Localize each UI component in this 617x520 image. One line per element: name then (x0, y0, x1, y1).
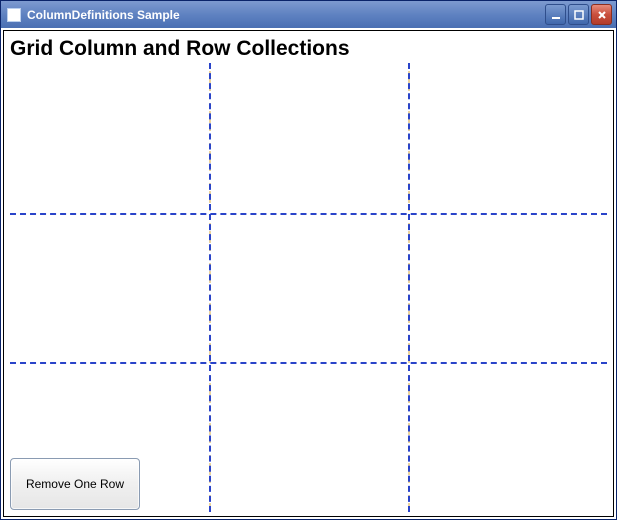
window-controls (545, 4, 612, 25)
grid-preview (10, 63, 607, 512)
minimize-icon (551, 10, 561, 20)
remove-row-button[interactable]: Remove One Row (10, 458, 140, 510)
close-icon (597, 10, 607, 20)
minimize-button[interactable] (545, 4, 566, 25)
titlebar[interactable]: ColumnDefinitions Sample (1, 1, 616, 28)
window-title: ColumnDefinitions Sample (27, 8, 545, 22)
page-title: Grid Column and Row Collections (10, 35, 607, 63)
button-area: Remove One Row (10, 458, 140, 510)
close-button[interactable] (591, 4, 612, 25)
client-area: Grid Column and Row Collections Remove O… (3, 30, 614, 517)
maximize-button[interactable] (568, 4, 589, 25)
grid-column-divider (209, 63, 211, 512)
app-icon (7, 8, 21, 22)
grid-row-divider (10, 213, 607, 215)
app-window: ColumnDefinitions Sample Grid Column an (0, 0, 617, 520)
maximize-icon (574, 10, 584, 20)
grid-row-divider (10, 362, 607, 364)
grid-column-divider (408, 63, 410, 512)
